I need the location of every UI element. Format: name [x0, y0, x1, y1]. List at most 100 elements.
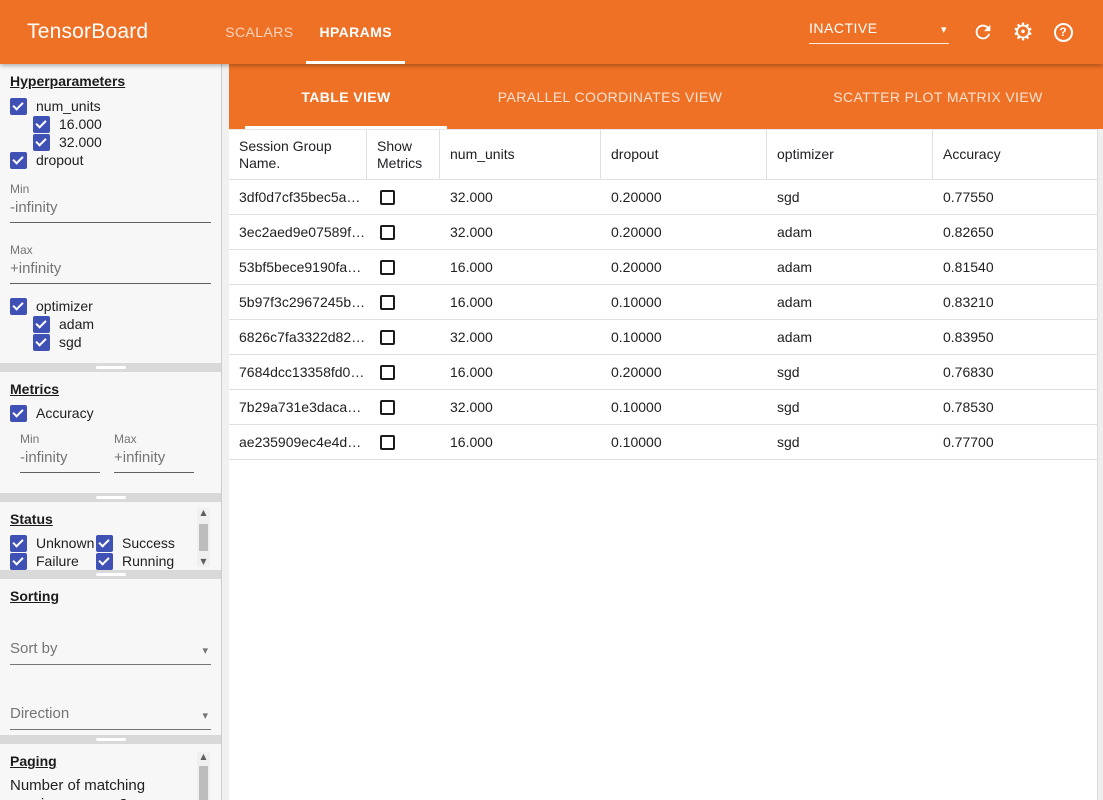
show-metrics-checkbox[interactable] — [380, 295, 395, 310]
session-name-cell: 7684dcc13358fd0… — [229, 355, 367, 389]
tab-scatter-plot-matrix-view[interactable]: SCATTER PLOT MATRIX VIEW — [773, 64, 1103, 129]
status-failure-checkbox[interactable] — [10, 553, 27, 570]
show-metrics-checkbox[interactable] — [380, 435, 395, 450]
show-metrics-checkbox[interactable] — [380, 260, 395, 275]
dropout-min-label: Min — [10, 182, 211, 196]
num-units-cell: 32.000 — [440, 215, 601, 249]
num-units-16-checkbox[interactable] — [33, 116, 50, 133]
resize-handle[interactable] — [96, 573, 126, 576]
show-metrics-checkbox[interactable] — [380, 225, 395, 240]
status-options: Unknown Success Failure Running — [10, 534, 180, 570]
show-metrics-checkbox[interactable] — [380, 190, 395, 205]
status-dropdown[interactable]: INACTIVE ▾ — [809, 20, 949, 44]
paging-scrollbar[interactable]: ▲ — [197, 752, 210, 800]
status-running-row: Running — [96, 552, 180, 570]
app-toolbar: TensorBoard SCALARS HPARAMS INACTIVE ▾ ⚙… — [0, 0, 1103, 64]
tab-parallel-coordinates-view[interactable]: PARALLEL COORDINATES VIEW — [447, 64, 773, 129]
scroll-up-icon[interactable]: ▲ — [200, 752, 206, 762]
section-divider — [0, 570, 221, 579]
show-metrics-checkbox[interactable] — [380, 330, 395, 345]
status-unknown-checkbox[interactable] — [10, 535, 27, 552]
status-running-label: Running — [122, 553, 174, 569]
table-row: ae235909ec4e4d… 16.000 0.10000 sgd 0.777… — [229, 425, 1097, 460]
accuracy-cell: 0.82650 — [933, 215, 1097, 249]
refresh-icon[interactable] — [963, 12, 1003, 52]
optimizer-value-row: sgd — [10, 333, 211, 351]
show-metrics-cell — [367, 180, 440, 214]
session-name-cell: 3df0d7cf35bec5a… — [229, 180, 367, 214]
accuracy-cell: 0.83950 — [933, 320, 1097, 354]
session-name-cell: 5b97f3c2967245b… — [229, 285, 367, 319]
dropout-label: dropout — [36, 152, 83, 168]
show-metrics-cell — [367, 250, 440, 284]
metrics-min-label: Min — [20, 432, 100, 446]
status-failure-label: Failure — [36, 553, 79, 569]
show-metrics-checkbox[interactable] — [380, 400, 395, 415]
matching-groups-summary: Number of matching session groups: 8 — [10, 776, 188, 800]
accuracy-checkbox[interactable] — [10, 405, 27, 422]
dropout-checkbox[interactable] — [10, 152, 27, 169]
section-divider — [0, 735, 221, 744]
view-tabs: TABLE VIEW PARALLEL COORDINATES VIEW SCA… — [229, 64, 1103, 129]
optimizer-sgd-checkbox[interactable] — [33, 334, 50, 351]
dropout-cell: 0.20000 — [601, 355, 767, 389]
show-metrics-cell — [367, 285, 440, 319]
direction-select[interactable]: Direction ▾ — [10, 705, 211, 730]
show-metrics-cell — [367, 215, 440, 249]
resize-handle[interactable] — [96, 738, 126, 741]
num-units-value-row: 32.000 — [10, 133, 211, 151]
status-failure-row: Failure — [10, 552, 96, 570]
metric-accuracy-row: Accuracy — [10, 404, 211, 422]
direction-value: Direction — [10, 705, 69, 722]
optimizer-adam-checkbox[interactable] — [33, 316, 50, 333]
dropout-cell: 0.10000 — [601, 390, 767, 424]
resize-handle[interactable] — [96, 366, 126, 369]
section-status: Status Unknown Success Failure Running — [0, 502, 221, 570]
section-divider — [0, 493, 221, 502]
column-header-optimizer: optimizer — [767, 130, 933, 179]
status-success-checkbox[interactable] — [96, 535, 113, 552]
scrollbar-thumb[interactable] — [199, 766, 208, 800]
num-units-label: num_units — [36, 98, 101, 114]
accuracy-cell: 0.77550 — [933, 180, 1097, 214]
num-units-16-label: 16.000 — [59, 116, 102, 132]
help-icon[interactable]: ? — [1043, 12, 1083, 52]
tab-hparams[interactable]: HPARAMS — [306, 0, 405, 64]
show-metrics-checkbox[interactable] — [380, 365, 395, 380]
column-header-num-units: num_units — [440, 130, 601, 179]
tab-scalars[interactable]: SCALARS — [212, 0, 306, 64]
metrics-max-input[interactable]: +infinity — [114, 446, 194, 473]
section-divider — [0, 363, 221, 372]
status-heading: Status — [10, 502, 211, 527]
scroll-down-icon[interactable]: ▼ — [200, 557, 206, 567]
status-scrollbar[interactable]: ▲ ▼ — [197, 508, 210, 567]
sort-by-select[interactable]: Sort by ▾ — [10, 640, 211, 665]
sorting-heading: Sorting — [10, 579, 211, 604]
scrollbar-thumb[interactable] — [199, 524, 208, 551]
optimizer-checkbox[interactable] — [10, 298, 27, 315]
table-scrollbar-track[interactable] — [1097, 129, 1103, 800]
status-unknown-row: Unknown — [10, 534, 96, 552]
hparam-num-units-row: num_units — [10, 97, 211, 115]
chevron-down-icon: ▾ — [202, 644, 208, 657]
hparam-optimizer-row: optimizer — [10, 297, 211, 315]
dropout-min-input[interactable]: -infinity — [10, 196, 211, 223]
scroll-up-icon[interactable]: ▲ — [200, 508, 206, 518]
resize-handle[interactable] — [96, 496, 126, 499]
session-name-cell: 53bf5bece9190fa… — [229, 250, 367, 284]
gear-icon[interactable]: ⚙ — [1003, 12, 1043, 52]
optimizer-cell: sgd — [767, 390, 933, 424]
num-units-cell: 32.000 — [440, 180, 601, 214]
num-units-cell: 16.000 — [440, 355, 601, 389]
num-units-32-checkbox[interactable] — [33, 134, 50, 151]
status-running-checkbox[interactable] — [96, 553, 113, 570]
optimizer-sgd-label: sgd — [59, 334, 82, 350]
show-metrics-cell — [367, 320, 440, 354]
app-title: TensorBoard — [27, 20, 148, 44]
table-row: 6826c7fa3322d82… 32.000 0.10000 adam 0.8… — [229, 320, 1097, 355]
num-units-checkbox[interactable] — [10, 98, 27, 115]
table-row: 53bf5bece9190fa… 16.000 0.20000 adam 0.8… — [229, 250, 1097, 285]
dropout-max-input[interactable]: +infinity — [10, 257, 211, 284]
metrics-min-input[interactable]: -infinity — [20, 446, 100, 473]
tab-table-view[interactable]: TABLE VIEW — [245, 64, 447, 129]
